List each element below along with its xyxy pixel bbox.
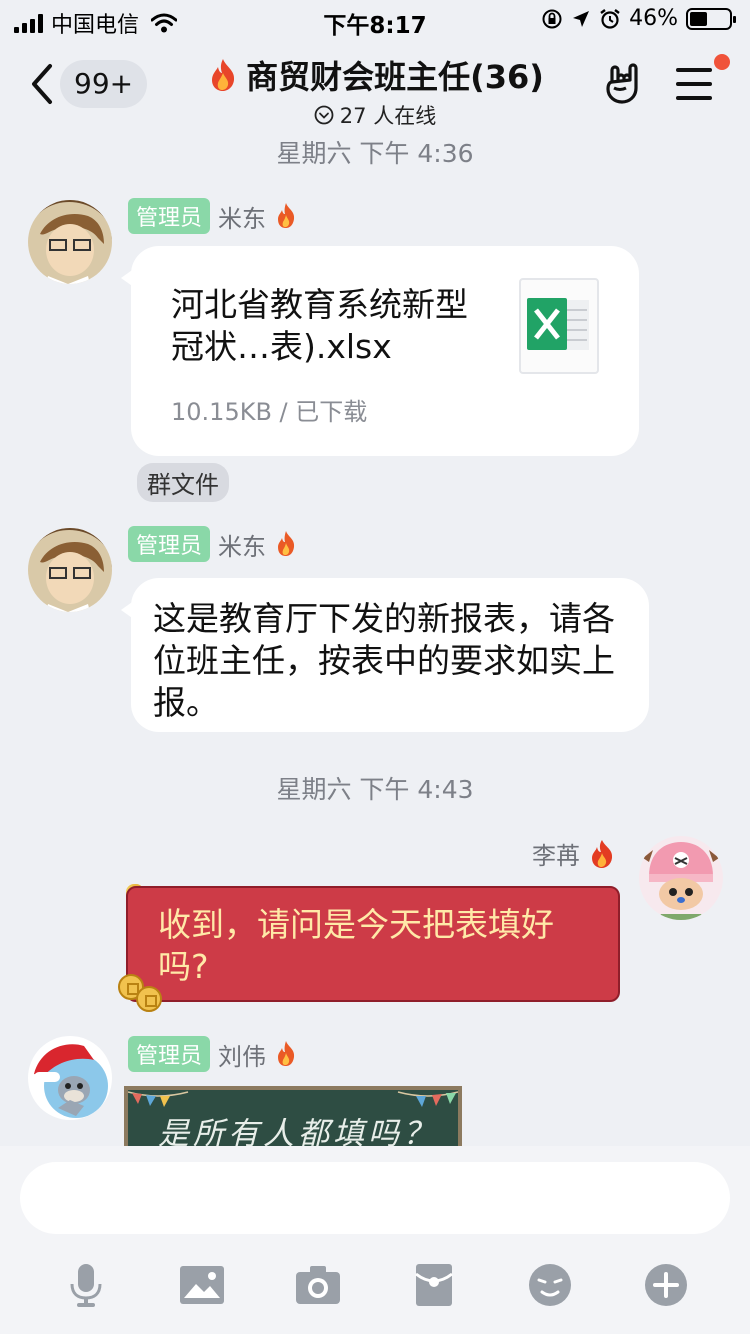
- sender-name[interactable]: 米东: [218, 527, 266, 562]
- avatar-liuwei[interactable]: [28, 1036, 112, 1120]
- fire-icon: [212, 59, 235, 91]
- battery-percent: 46%: [629, 6, 678, 31]
- bunting-decoration: [128, 1091, 458, 1107]
- message-text: 收到，请问是今天把表填好吗?: [158, 905, 554, 986]
- rock-hand-icon[interactable]: [604, 62, 644, 106]
- message-input[interactable]: [20, 1162, 730, 1234]
- chat-input-bar: [0, 1146, 750, 1334]
- admin-badge: 管理员: [128, 526, 211, 562]
- file-meta: 10.15KB / 已下载: [171, 398, 368, 426]
- text-message-bubble[interactable]: 这是教育厅下发的新报表，请各位班主任，按表中的要求如实上报。: [121, 578, 649, 732]
- plus-icon[interactable]: [642, 1262, 690, 1308]
- voice-icon[interactable]: [62, 1262, 110, 1308]
- online-count: 27 人在线: [339, 104, 437, 128]
- chat-title-area[interactable]: 商贸财会班主任(36) 27 人在线: [150, 52, 600, 130]
- avatar-liran[interactable]: [639, 836, 723, 920]
- chevron-down-circle-icon: [314, 105, 334, 125]
- chat-title: 商贸财会班主任(36): [246, 58, 544, 96]
- file-message-bubble[interactable]: 河北省教育系统新型冠状…表).xlsx 10.15KB / 已下载: [121, 246, 639, 456]
- avatar-midong[interactable]: [28, 200, 112, 284]
- sender-line: 管理员 刘伟: [128, 1036, 298, 1072]
- unread-count-badge[interactable]: 99+: [60, 60, 148, 108]
- coin-decoration: [136, 986, 162, 1012]
- sender-line: 管理员 米东: [128, 526, 298, 562]
- emoji-icon[interactable]: [526, 1262, 574, 1308]
- red-packet-icon[interactable]: [410, 1262, 458, 1308]
- group-file-tag[interactable]: 群文件: [137, 463, 229, 502]
- admin-badge: 管理员: [128, 1036, 211, 1072]
- sender-name[interactable]: 米东: [218, 199, 266, 234]
- rotation-lock-icon: [542, 9, 562, 28]
- file-name: 河北省教育系统新型冠状…表).xlsx: [171, 285, 468, 366]
- fire-icon: [592, 839, 613, 868]
- battery-icon: [686, 7, 736, 30]
- avatar-midong[interactable]: [28, 528, 112, 612]
- notification-dot: [714, 54, 730, 70]
- sender-line: 李苒: [532, 836, 616, 871]
- fire-icon: [278, 203, 295, 228]
- fire-icon: [278, 1041, 295, 1066]
- fire-icon: [278, 531, 295, 556]
- image-icon[interactable]: [178, 1262, 226, 1308]
- sender-line: 管理员 米东: [128, 198, 298, 234]
- time-separator: 星期六 下午 4:36: [276, 139, 474, 168]
- time-separator: 星期六 下午 4:43: [276, 775, 474, 804]
- more-menu-icon[interactable]: [676, 68, 712, 102]
- admin-badge: 管理员: [128, 198, 211, 234]
- sender-name[interactable]: 刘伟: [218, 1037, 266, 1072]
- status-bar: 中国电信 下午8:17 46%: [0, 0, 750, 40]
- sender-name[interactable]: 李苒: [532, 836, 580, 871]
- text-message-bubble-self[interactable]: 收到，请问是今天把表填好吗?: [126, 886, 620, 1002]
- location-icon: [573, 10, 590, 27]
- back-icon[interactable]: [28, 62, 58, 106]
- excel-file-icon: [519, 278, 599, 374]
- camera-icon[interactable]: [294, 1262, 342, 1308]
- message-text: 这是教育厅下发的新报表，请各位班主任，按表中的要求如实上报。: [153, 599, 615, 722]
- chat-header: 99+ 商贸财会班主任(36) 27 人在线: [0, 40, 750, 130]
- alarm-icon: [600, 8, 620, 29]
